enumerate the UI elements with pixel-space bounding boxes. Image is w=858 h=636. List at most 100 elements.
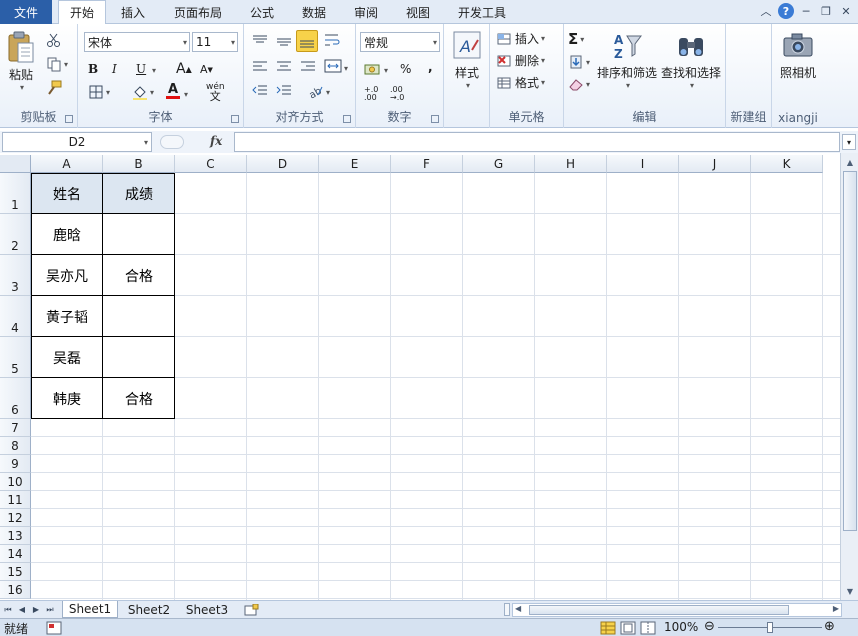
autosum-dropdown-icon[interactable]: ▾	[580, 35, 584, 44]
fill-button[interactable]: ▾	[568, 54, 590, 70]
column-header-k[interactable]: K	[751, 155, 823, 173]
vertical-scrollbar[interactable]: ▲ ▼	[840, 153, 858, 600]
row-header-15[interactable]: 15	[0, 563, 31, 581]
next-sheet-icon[interactable]: ▶	[30, 603, 42, 616]
zoom-slider-thumb[interactable]	[767, 622, 773, 633]
phonetic-button[interactable]: wén 文	[206, 83, 225, 103]
align-left-icon[interactable]	[252, 60, 268, 74]
column-header-g[interactable]: G	[463, 155, 535, 173]
zoom-in-icon[interactable]: ⊕	[824, 619, 835, 634]
row-header-7[interactable]: 7	[0, 419, 31, 437]
cell-b5[interactable]	[103, 337, 175, 378]
row-header-13[interactable]: 13	[0, 527, 31, 545]
tab-formulas[interactable]: 公式	[240, 0, 284, 24]
name-box[interactable]: D2 ▾	[2, 132, 152, 152]
cell-a2[interactable]: 鹿晗	[31, 214, 103, 255]
formula-bar-resize-handle[interactable]	[160, 135, 184, 149]
row-header-1[interactable]: 1	[0, 173, 31, 214]
orientation-dropdown-icon[interactable]: ▾	[326, 88, 330, 97]
insert-function-button[interactable]: fx	[210, 134, 222, 148]
cell-a1[interactable]: 姓名	[31, 173, 103, 214]
collapse-ribbon-icon[interactable]: ︿	[758, 3, 774, 19]
accounting-format-button[interactable]: ▾	[364, 62, 388, 78]
select-all-corner[interactable]	[0, 155, 31, 173]
copy-dropdown-icon[interactable]: ▾	[64, 60, 68, 69]
autosum-button[interactable]: Σ ▾	[568, 30, 584, 48]
cell-a3[interactable]: 吴亦凡	[31, 255, 103, 296]
scroll-up-icon[interactable]: ▲	[843, 155, 857, 169]
page-layout-view-icon[interactable]	[620, 621, 636, 635]
fill-color-dropdown-icon[interactable]: ▾	[150, 88, 154, 97]
sheet-tab-sheet2[interactable]: Sheet2	[122, 601, 176, 618]
styles-dropdown-icon[interactable]: ▾	[466, 81, 470, 90]
font-color-button[interactable]: A	[166, 83, 180, 99]
merge-center-icon[interactable]	[324, 58, 342, 74]
cell-b3[interactable]: 合格	[103, 255, 175, 296]
insert-sheet-icon[interactable]	[240, 601, 262, 618]
zoom-level[interactable]: 100%	[664, 620, 698, 634]
column-header-i[interactable]: I	[607, 155, 679, 173]
borders-dropdown-icon[interactable]: ▾	[106, 88, 110, 97]
delete-cells-button[interactable]: 删除 ▾	[496, 52, 545, 69]
zoom-out-icon[interactable]: ⊖	[704, 619, 715, 634]
format-cells-button[interactable]: 格式 ▾	[496, 74, 545, 91]
formula-input[interactable]	[234, 132, 840, 152]
tab-data[interactable]: 数据	[292, 0, 336, 24]
number-format-dropdown-icon[interactable]: ▾	[433, 38, 437, 47]
column-header-b[interactable]: B	[103, 155, 175, 173]
alignment-launcher-icon[interactable]	[343, 115, 351, 123]
clear-button[interactable]: ▾	[568, 76, 590, 92]
merge-dropdown-icon[interactable]: ▾	[344, 64, 348, 73]
row-header-4[interactable]: 4	[0, 296, 31, 337]
font-launcher-icon[interactable]	[231, 115, 239, 123]
increase-indent-icon[interactable]	[276, 84, 292, 98]
restore-icon[interactable]: ❐	[818, 3, 834, 19]
scroll-left-icon[interactable]: ◀	[515, 604, 521, 613]
tab-insert[interactable]: 插入	[110, 0, 156, 24]
cell-a5[interactable]: 吴磊	[31, 337, 103, 378]
macro-record-icon[interactable]	[46, 621, 62, 635]
wrap-text-icon[interactable]	[324, 32, 342, 48]
tab-page-layout[interactable]: 页面布局	[162, 0, 234, 24]
cell-b2[interactable]	[103, 214, 175, 255]
vertical-scroll-thumb[interactable]	[843, 171, 857, 531]
fill-color-button[interactable]: ▾	[132, 84, 154, 100]
expand-formula-bar-icon[interactable]: ▾	[842, 134, 856, 150]
font-size-combo[interactable]: 11 ▾	[192, 32, 238, 52]
align-center-icon[interactable]	[276, 60, 292, 74]
camera-button[interactable]: 照相机	[776, 30, 820, 81]
font-name-dropdown-icon[interactable]: ▾	[183, 38, 187, 47]
row-header-11[interactable]: 11	[0, 491, 31, 509]
increase-decimal-button[interactable]: +.0 .00	[364, 86, 386, 102]
row-header-9[interactable]: 9	[0, 455, 31, 473]
clear-dropdown-icon[interactable]: ▾	[586, 80, 590, 89]
sort-filter-button[interactable]: AZ 排序和筛选 ▾	[596, 30, 658, 90]
clipboard-launcher-icon[interactable]	[65, 115, 73, 123]
percent-button[interactable]: %	[400, 62, 411, 76]
row-header-14[interactable]: 14	[0, 545, 31, 563]
delete-cells-dropdown-icon[interactable]: ▾	[541, 56, 545, 65]
sort-filter-dropdown-icon[interactable]: ▾	[626, 81, 630, 90]
format-painter-button[interactable]	[46, 80, 62, 96]
paste-dropdown-icon[interactable]: ▾	[20, 83, 24, 92]
column-header-j[interactable]: J	[679, 155, 751, 173]
bold-button[interactable]: B	[88, 62, 98, 76]
shrink-font-button[interactable]: A ▼	[200, 63, 213, 76]
row-header-12[interactable]: 12	[0, 509, 31, 527]
row-header-8[interactable]: 8	[0, 437, 31, 455]
normal-view-icon[interactable]	[600, 621, 616, 635]
find-select-dropdown-icon[interactable]: ▾	[690, 81, 694, 90]
worksheet-grid[interactable]: A B C D E F G H I J K 1 2 3 4 5 6 7 8 9 10 11 12 13 14 15 16 姓名 成绩 鹿晗…	[0, 155, 840, 600]
tab-split-handle[interactable]	[504, 603, 510, 616]
column-header-e[interactable]: E	[319, 155, 391, 173]
column-header-h[interactable]: H	[535, 155, 607, 173]
font-name-combo[interactable]: 宋体 ▾	[84, 32, 190, 52]
tab-home[interactable]: 开始	[58, 0, 106, 25]
column-header-d[interactable]: D	[247, 155, 319, 173]
align-top-icon[interactable]	[252, 34, 268, 48]
decrease-decimal-button[interactable]: .00 →.0	[390, 86, 412, 102]
underline-button[interactable]: U	[136, 62, 146, 76]
horizontal-scrollbar[interactable]: ◀ ▶	[512, 603, 842, 617]
help-icon[interactable]: ?	[778, 3, 794, 19]
tab-view[interactable]: 视图	[396, 0, 440, 24]
